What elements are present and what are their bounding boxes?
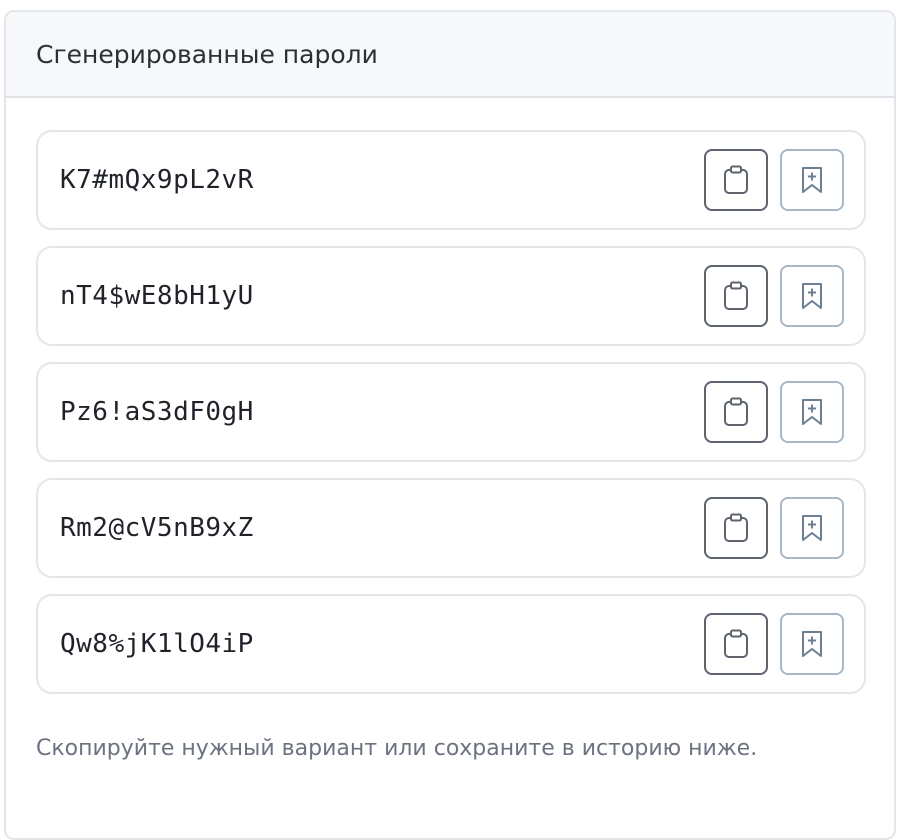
copy-button[interactable]: [704, 497, 768, 559]
copy-button[interactable]: [704, 265, 768, 327]
clipboard-icon: [724, 629, 748, 658]
save-to-history-button[interactable]: [780, 265, 844, 327]
password-row: Pz6!aS3dF0gH: [36, 362, 866, 462]
clipboard-icon: [724, 165, 748, 194]
copy-button[interactable]: [704, 613, 768, 675]
password-value: Qw8%jK1lO4iP: [60, 629, 254, 659]
password-value: nT4$wE8bH1yU: [60, 281, 254, 311]
password-row: nT4$wE8bH1yU: [36, 246, 866, 346]
copy-button[interactable]: [704, 149, 768, 211]
password-row: Qw8%jK1lO4iP: [36, 594, 866, 694]
generated-passwords-panel: Сгенерированные пароли K7#mQx9pL2vR nT4$…: [4, 10, 896, 840]
password-value: K7#mQx9pL2vR: [60, 165, 254, 195]
clipboard-icon: [724, 397, 748, 426]
save-to-history-button[interactable]: [780, 613, 844, 675]
bookmark-plus-icon: [802, 283, 822, 309]
save-to-history-button[interactable]: [780, 381, 844, 443]
hint-text: Скопируйте нужный вариант или сохраните …: [36, 736, 758, 761]
save-to-history-button[interactable]: [780, 149, 844, 211]
password-value: Pz6!aS3dF0gH: [60, 397, 254, 427]
panel-title: Сгенерированные пароли: [36, 39, 378, 69]
password-value: Rm2@cV5nB9xZ: [60, 513, 254, 543]
copy-button[interactable]: [704, 381, 768, 443]
bookmark-plus-icon: [802, 399, 822, 425]
bookmark-plus-icon: [802, 167, 822, 193]
panel-header: Сгенерированные пароли: [6, 12, 894, 98]
clipboard-icon: [724, 513, 748, 542]
save-to-history-button[interactable]: [780, 497, 844, 559]
bookmark-plus-icon: [802, 515, 822, 541]
clipboard-icon: [724, 281, 748, 310]
password-row: Rm2@cV5nB9xZ: [36, 478, 866, 578]
password-list: K7#mQx9pL2vR nT4$wE8bH1yU Pz6!aS3dF0gH R…: [36, 130, 866, 710]
password-row: K7#mQx9pL2vR: [36, 130, 866, 230]
bookmark-plus-icon: [802, 631, 822, 657]
